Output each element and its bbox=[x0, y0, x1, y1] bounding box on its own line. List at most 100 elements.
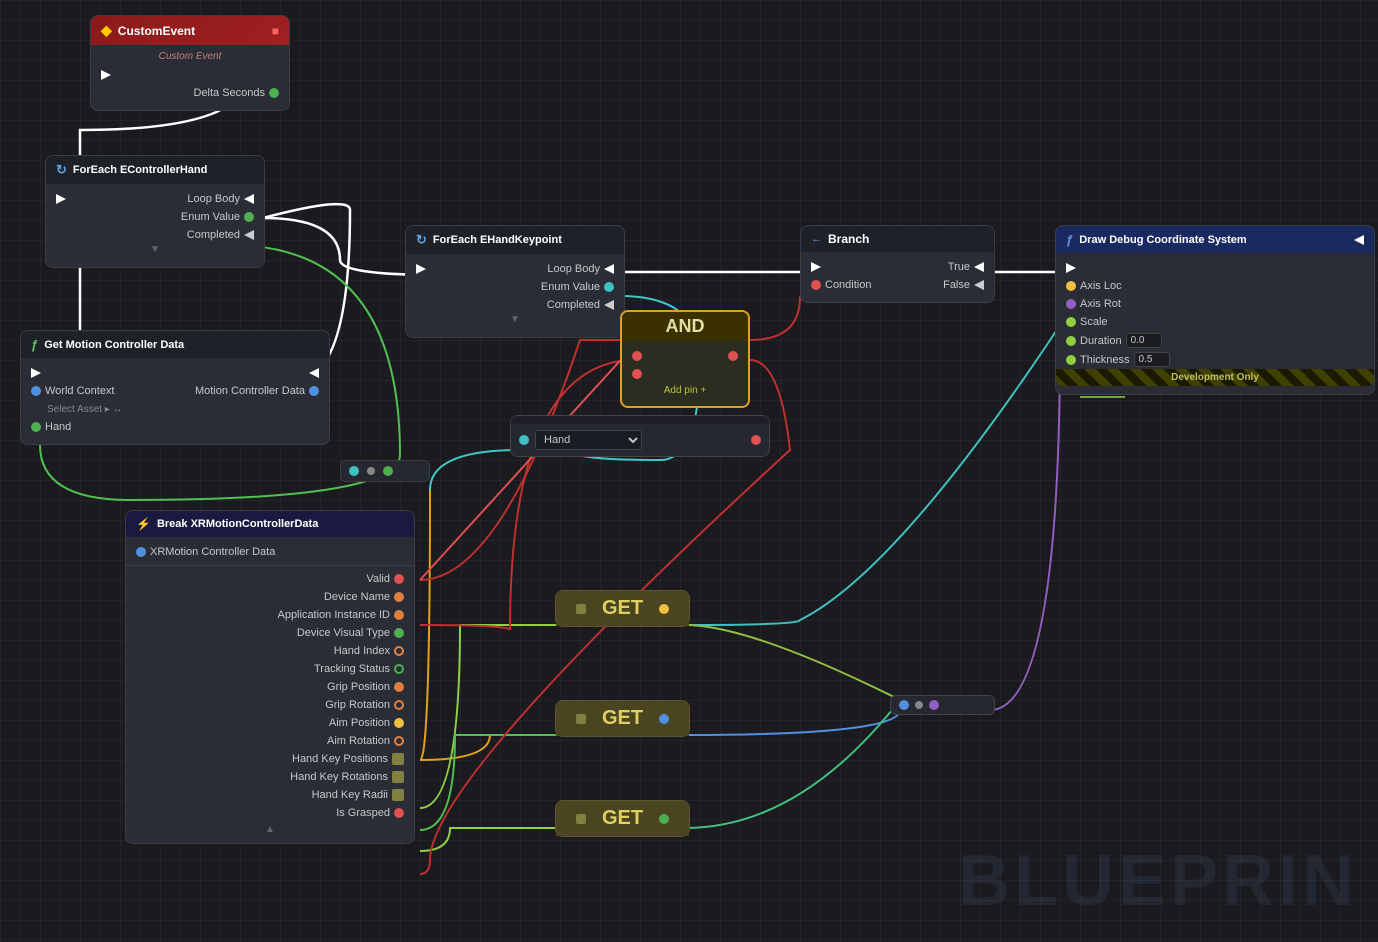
get2-out-pin[interactable] bbox=[659, 714, 669, 724]
draw-debug-exec-in[interactable] bbox=[1066, 263, 1076, 273]
foreach-hand-exec-in[interactable] bbox=[56, 194, 66, 204]
small-conn-left[interactable] bbox=[349, 466, 359, 476]
hand-index-pin[interactable] bbox=[394, 646, 404, 656]
dev-only-strip: Development Only bbox=[1056, 369, 1374, 386]
tracking-status-pin[interactable] bbox=[394, 664, 404, 674]
keypoint-exec-in[interactable] bbox=[416, 264, 426, 274]
cycle-icon: ↻ bbox=[56, 162, 67, 178]
break-icon: ⚡ bbox=[136, 517, 151, 531]
is-grasped-label: Is Grasped bbox=[336, 807, 390, 819]
motion-data-label: Motion Controller Data bbox=[195, 385, 305, 397]
get-node-1: GET bbox=[555, 590, 690, 627]
world-context-label: World Context bbox=[45, 385, 115, 397]
get1-label: GET bbox=[592, 593, 653, 624]
function-icon: ƒ bbox=[31, 337, 38, 352]
delta-seconds-pin[interactable] bbox=[269, 88, 279, 98]
valid-pin[interactable] bbox=[394, 574, 404, 584]
completed-pin[interactable] bbox=[244, 230, 254, 240]
scale-pin[interactable] bbox=[1066, 317, 1076, 327]
small-conn-mid[interactable] bbox=[367, 467, 375, 475]
duration-pin[interactable] bbox=[1066, 336, 1076, 346]
branch-true-pin[interactable] bbox=[974, 262, 984, 272]
grip-position-pin[interactable] bbox=[394, 682, 404, 692]
conn-bar-pin1[interactable] bbox=[899, 700, 909, 710]
keypoint-completed-label: Completed bbox=[547, 299, 600, 311]
thickness-input[interactable] bbox=[1134, 352, 1170, 367]
branch-node: ← Branch True Condition False bbox=[800, 225, 995, 303]
loop-body-pin[interactable] bbox=[244, 194, 254, 204]
grip-rotation-label: Grip Rotation bbox=[325, 699, 390, 711]
foreach-hand-header: ↻ ForEach EControllerHand bbox=[46, 156, 264, 184]
branch-title: Branch bbox=[828, 232, 869, 246]
hand-select-out-pin[interactable] bbox=[751, 435, 761, 445]
get3-out-pin[interactable] bbox=[659, 814, 669, 824]
scale-label: Scale bbox=[1080, 316, 1108, 328]
get3-label: GET bbox=[592, 803, 653, 834]
branch-exec-in[interactable] bbox=[811, 262, 821, 272]
get1-grid-in[interactable] bbox=[576, 604, 586, 614]
completed-label: Completed bbox=[187, 229, 240, 241]
axis-rot-pin[interactable] bbox=[1066, 299, 1076, 309]
foreach-keypoint-title: ForEach EHandKeypoint bbox=[433, 234, 562, 246]
conn-bar-mid[interactable] bbox=[915, 701, 923, 709]
conn-bar-pin2[interactable] bbox=[929, 700, 939, 710]
keypoint-completed-pin[interactable] bbox=[604, 300, 614, 310]
get1-out-pin[interactable] bbox=[659, 604, 669, 614]
add-pin-label[interactable]: Add pin + bbox=[622, 383, 748, 398]
hand-key-radii-pin[interactable] bbox=[392, 789, 404, 801]
branch-true-label: True bbox=[948, 261, 970, 273]
app-instance-pin[interactable] bbox=[394, 610, 404, 620]
hand-select-in-pin[interactable] bbox=[519, 435, 529, 445]
hand-dropdown[interactable]: Hand bbox=[535, 430, 642, 450]
foreach-hand-node: ↻ ForEach EControllerHand Loop Body Enum… bbox=[45, 155, 265, 268]
device-visual-label: Device Visual Type bbox=[297, 627, 390, 639]
enum-value-pin[interactable] bbox=[244, 212, 254, 222]
keypoint-enum-pin[interactable] bbox=[604, 282, 614, 292]
xr-data-pin[interactable] bbox=[136, 547, 146, 557]
exec-out-pin[interactable] bbox=[101, 70, 111, 80]
hand-select-node: Hand bbox=[510, 415, 770, 457]
hand-pin-in[interactable] bbox=[31, 422, 41, 432]
branch-false-pin[interactable] bbox=[974, 280, 984, 290]
and-input-pin-2[interactable] bbox=[632, 369, 642, 379]
hand-key-rot-pin[interactable] bbox=[392, 771, 404, 783]
and-output-pin[interactable] bbox=[728, 351, 738, 361]
aim-rotation-pin[interactable] bbox=[394, 736, 404, 746]
keypoint-loopbody-label: Loop Body bbox=[547, 263, 600, 275]
duration-input[interactable] bbox=[1126, 333, 1162, 348]
custom-event-title: CustomEvent bbox=[118, 24, 195, 38]
world-context-pin[interactable] bbox=[31, 386, 41, 396]
axis-loc-pin[interactable] bbox=[1066, 281, 1076, 291]
draw-debug-exec-out[interactable] bbox=[1354, 235, 1364, 245]
foreach-keypoint-header: ↻ ForEach EHandKeypoint bbox=[406, 226, 624, 254]
select-asset-label: Select Asset ▸ ↔ bbox=[47, 404, 123, 415]
hand-key-radii-label: Hand Key Radii bbox=[312, 789, 388, 801]
device-visual-pin[interactable] bbox=[394, 628, 404, 638]
small-conn-right[interactable] bbox=[383, 466, 393, 476]
branch-condition-pin[interactable] bbox=[811, 280, 821, 290]
get-motion-exec-in[interactable] bbox=[31, 368, 41, 378]
close-icon[interactable]: ■ bbox=[272, 24, 279, 38]
get2-grid-in[interactable] bbox=[576, 714, 586, 724]
thickness-label: Thickness bbox=[1080, 354, 1130, 366]
diamond-icon: ◆ bbox=[101, 22, 112, 39]
get-motion-node: ƒ Get Motion Controller Data World Conte… bbox=[20, 330, 330, 445]
aim-position-pin[interactable] bbox=[394, 718, 404, 728]
get-motion-exec-out[interactable] bbox=[309, 368, 319, 378]
get3-grid-in[interactable] bbox=[576, 814, 586, 824]
is-grasped-pin[interactable] bbox=[394, 808, 404, 818]
hand-key-pos-label: Hand Key Positions bbox=[292, 753, 388, 765]
keypoint-loopbody-pin[interactable] bbox=[604, 264, 614, 274]
grip-rotation-pin[interactable] bbox=[394, 700, 404, 710]
motion-data-pin[interactable] bbox=[309, 386, 319, 396]
foreach-hand-title: ForEach EControllerHand bbox=[73, 164, 207, 176]
small-connector-node bbox=[340, 460, 430, 482]
and-input-pin-1[interactable] bbox=[632, 351, 642, 361]
foreach-keypoint-node: ↻ ForEach EHandKeypoint Loop Body Enum V… bbox=[405, 225, 625, 338]
hand-key-pos-pin[interactable] bbox=[392, 753, 404, 765]
function2-icon: ƒ bbox=[1066, 232, 1073, 247]
break-xr-title: Break XRMotionControllerData bbox=[157, 518, 318, 530]
branch-condition-label: Condition bbox=[825, 279, 871, 291]
device-name-pin[interactable] bbox=[394, 592, 404, 602]
thickness-pin[interactable] bbox=[1066, 355, 1076, 365]
